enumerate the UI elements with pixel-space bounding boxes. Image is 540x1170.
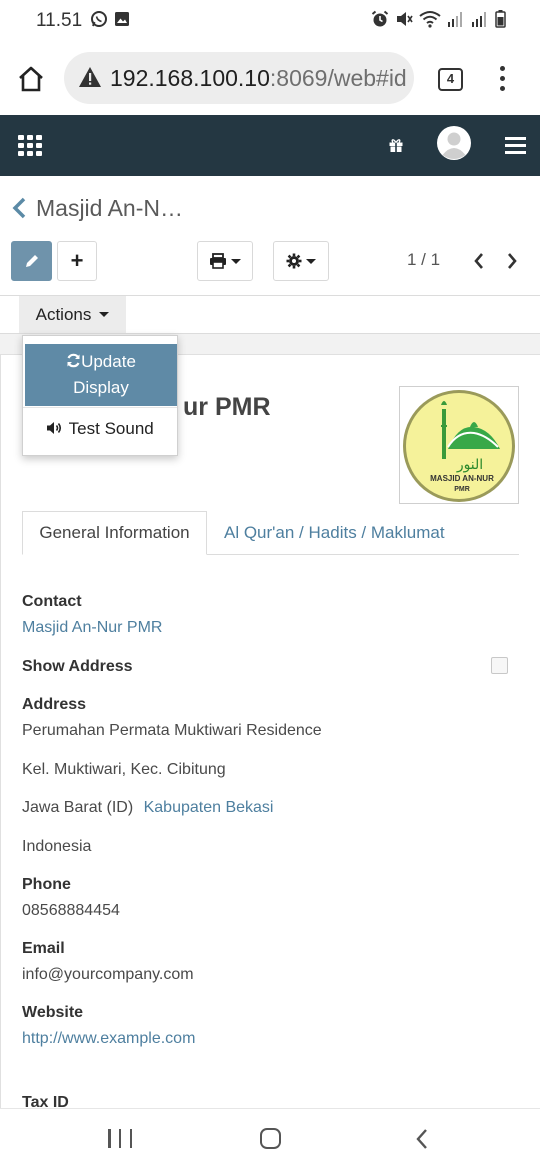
update-label-line2: Display <box>73 378 129 397</box>
address-street: Perumahan Permata Muktiwari Residence <box>22 722 322 739</box>
address-state-row: Jawa Barat (ID) Kabupaten Bekasi <box>22 799 273 817</box>
image-icon <box>115 12 129 26</box>
status-left-icons <box>90 10 130 28</box>
gear-icon <box>286 253 302 269</box>
browser-toolbar: 192.168.100.10:8069/web#id 4 <box>0 42 540 115</box>
home-icon[interactable] <box>16 64 46 94</box>
alarm-icon <box>371 10 389 27</box>
actions-dropdown-button[interactable]: Actions <box>19 296 126 333</box>
back-icon[interactable] <box>414 1127 430 1151</box>
url-path: :8069/web#id <box>269 65 407 91</box>
actions-dropdown-menu: Update Display Test Sound <box>22 335 178 456</box>
address-label: Address <box>22 696 87 713</box>
phone-value[interactable]: 08568884454 <box>22 902 120 920</box>
email-value[interactable]: info@yourcompany.com <box>22 966 194 984</box>
chevron-down-icon <box>306 258 316 264</box>
record-title: ur PMR <box>183 393 271 421</box>
whatsapp-icon <box>91 11 107 27</box>
signal-icon <box>472 12 486 27</box>
chevron-right-icon[interactable] <box>505 251 519 271</box>
url-text[interactable]: 192.168.100.10:8069/web#id <box>110 65 407 92</box>
address-state: Jawa Barat (ID) <box>22 799 134 816</box>
create-button[interactable]: + <box>57 241 97 281</box>
address-city-link[interactable]: Kabupaten Bekasi <box>144 799 274 816</box>
signal-icon <box>448 12 462 27</box>
tab-al-quran-hadits-maklumat[interactable]: Al Qur'an / Hadits / Maklumat <box>224 511 445 555</box>
recent-apps-icon[interactable] <box>108 1129 132 1149</box>
gift-icon[interactable] <box>388 137 404 153</box>
system-navigation-bar <box>0 1108 540 1170</box>
address-street2: Kel. Muktiwari, Kec. Cibitung <box>22 761 226 778</box>
url-host: 192.168.100.10 <box>110 65 270 91</box>
edit-button[interactable] <box>11 241 52 281</box>
update-label-line1: Update <box>81 352 136 371</box>
menu-dots-icon[interactable] <box>497 66 507 92</box>
website-label: Website <box>22 1004 84 1021</box>
refresh-icon <box>67 353 80 368</box>
avatar-icon[interactable] <box>437 126 471 160</box>
notebook-tabs: General Information Al Qur'an / Hadits /… <box>22 511 519 555</box>
mosque-logo-image: النور MASJID AN-NUR PMR <box>403 390 515 502</box>
contact-label: Contact <box>22 593 82 610</box>
divider <box>0 354 1 1110</box>
status-bar: 11.51 <box>0 0 540 42</box>
status-right-icons <box>371 10 506 28</box>
test-sound-label: Test Sound <box>68 419 154 438</box>
print-icon <box>210 253 226 269</box>
pager-value: 1 / 1 <box>407 250 441 269</box>
divider <box>23 407 177 408</box>
test-sound-menu-item[interactable]: Test Sound <box>23 414 177 444</box>
mute-icon <box>397 12 413 26</box>
update-display-menu-item[interactable]: Update Display <box>25 344 177 406</box>
address-country: Indonesia <box>22 838 92 855</box>
breadcrumb-title: Masjid An-N… <box>36 194 183 221</box>
show-address-checkbox[interactable] <box>491 657 508 674</box>
tabs-icon[interactable]: 4 <box>438 68 463 91</box>
chevron-down-icon <box>99 312 110 317</box>
home-button-icon[interactable] <box>260 1128 281 1149</box>
breadcrumb[interactable]: Masjid An-N… <box>12 193 183 223</box>
pencil-icon <box>25 255 38 267</box>
actions-label: Actions <box>35 304 92 324</box>
chevron-left-icon[interactable] <box>12 197 28 219</box>
chevron-left-icon[interactable] <box>472 251 486 271</box>
volume-icon <box>47 422 62 434</box>
tab-general-information[interactable]: General Information <box>22 511 207 555</box>
action-gear-button[interactable] <box>273 241 329 281</box>
website-link[interactable]: http://www.example.com <box>22 1030 195 1048</box>
statusbar-buttons: Actions <box>0 296 540 334</box>
apps-grid-icon[interactable] <box>18 135 42 156</box>
print-button[interactable] <box>197 241 253 281</box>
phone-label: Phone <box>22 876 71 893</box>
url-bar[interactable]: 192.168.100.10:8069/web#id <box>64 52 414 104</box>
chevron-down-icon <box>231 258 241 264</box>
logo-text-line2: PMR <box>454 486 470 493</box>
warning-icon[interactable] <box>78 66 102 88</box>
record-logo[interactable]: النور MASJID AN-NUR PMR <box>399 386 519 504</box>
status-time: 11.51 <box>36 10 83 31</box>
logo-arabic-text: النور <box>456 457 483 473</box>
contact-link[interactable]: Masjid An-Nur PMR <box>22 619 162 637</box>
logo-text-line1: MASJID AN-NUR <box>430 474 494 483</box>
battery-icon <box>495 10 506 28</box>
show-address-label: Show Address <box>22 658 133 675</box>
hamburger-icon[interactable] <box>505 137 526 154</box>
wifi-icon <box>419 11 441 28</box>
email-label: Email <box>22 940 65 957</box>
